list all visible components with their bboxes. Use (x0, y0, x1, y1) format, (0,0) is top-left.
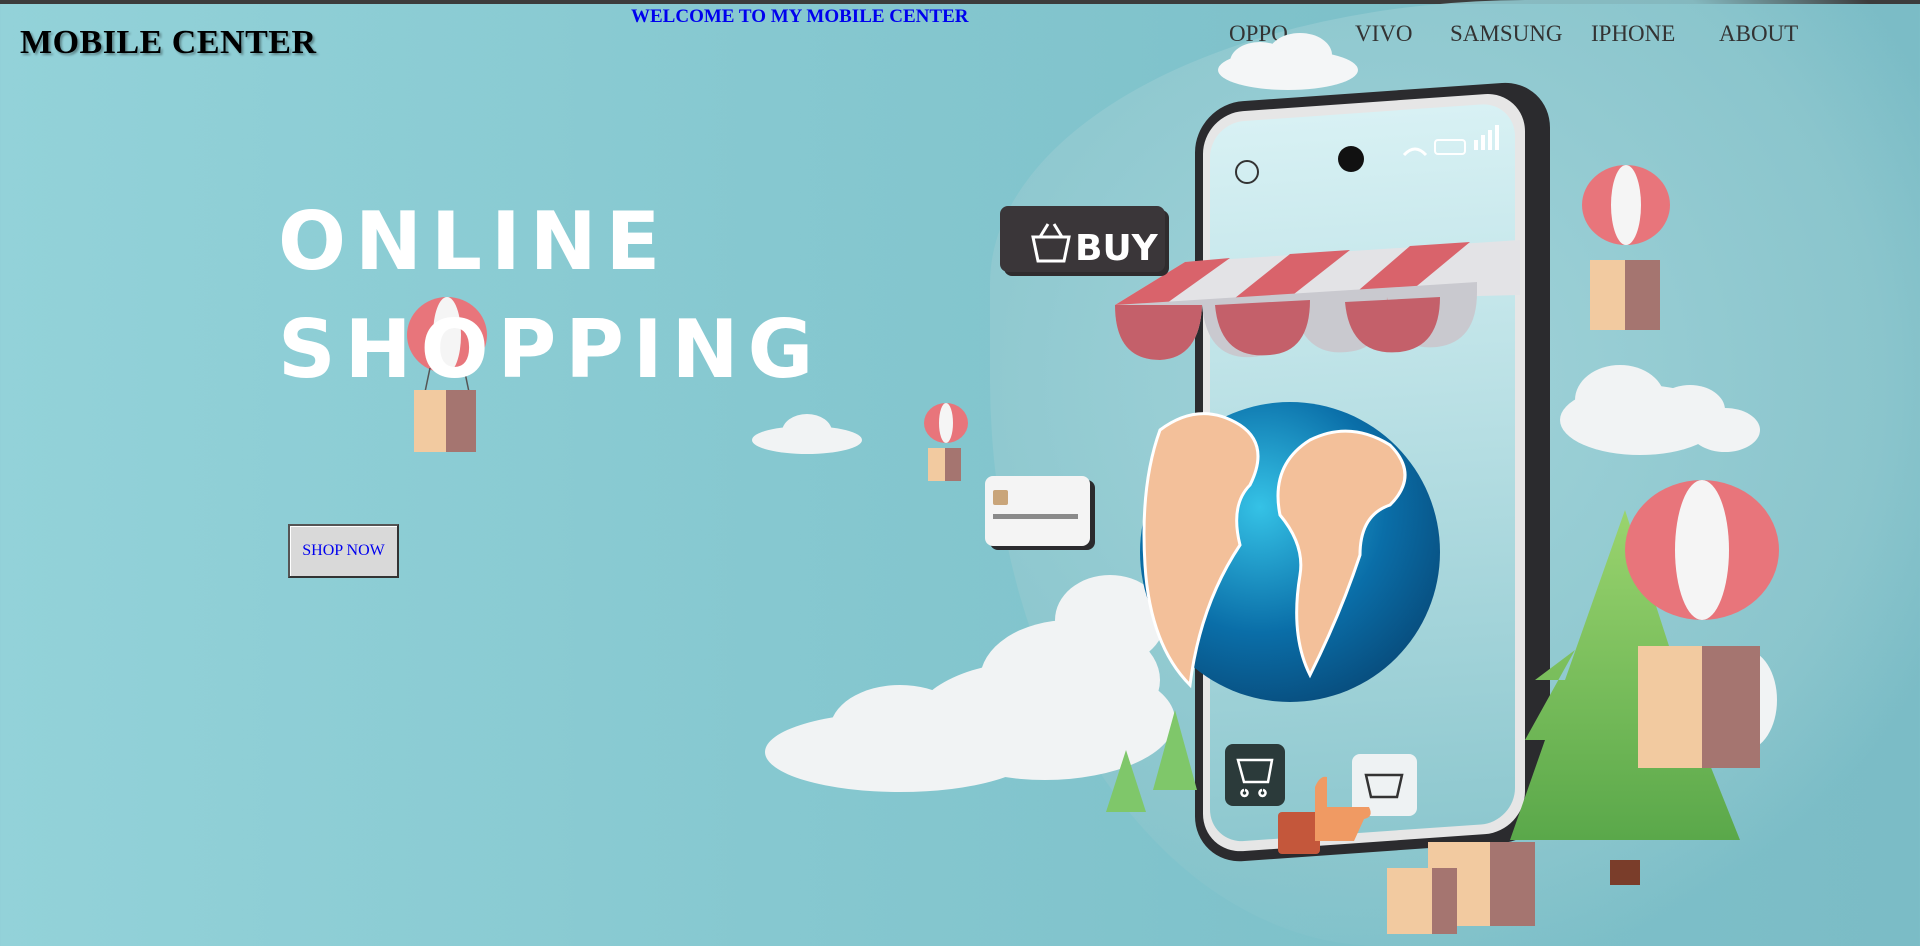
nav-link-oppo[interactable]: OPPO (1229, 21, 1288, 47)
shop-now-button[interactable]: SHOP NOW (288, 524, 399, 578)
hero-line-2: SHOPPING (278, 303, 823, 396)
hero-title: ONLINE SHOPPING (278, 188, 822, 404)
nav-link-iphone[interactable]: IPHONE (1591, 21, 1675, 47)
background-wave (990, 0, 1920, 946)
balloon-small (924, 403, 968, 481)
nav-link-samsung[interactable]: SAMSUNG (1450, 21, 1562, 47)
nav-link-vivo[interactable]: VIVO (1355, 21, 1413, 47)
main-nav: OPPO VIVO SAMSUNG IPHONE ABOUT (0, 21, 1920, 51)
nav-link-about[interactable]: ABOUT (1719, 21, 1798, 47)
hero-line-1: ONLINE (278, 195, 670, 288)
